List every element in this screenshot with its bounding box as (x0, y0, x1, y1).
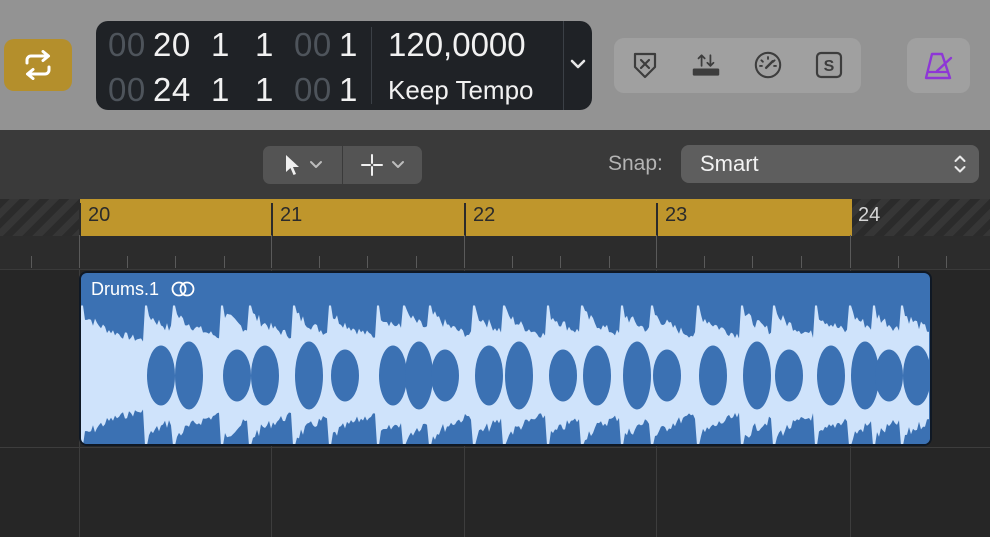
ruler-tick (946, 256, 947, 268)
region-header: Drums.1 (81, 273, 930, 305)
tuner-icon (754, 51, 782, 79)
ruler-tick (31, 256, 32, 268)
chevron-down-icon (391, 161, 404, 168)
ruler-tick (898, 256, 899, 268)
metronome-button[interactable] (907, 38, 970, 93)
lcd-divider (563, 21, 564, 110)
ruler-tick (224, 256, 225, 268)
bar-ruler[interactable]: 20 21 22 23 24 (0, 199, 990, 236)
ruler-tick (752, 256, 753, 268)
ruler-tick (512, 256, 513, 268)
start-bar: 20 (153, 26, 191, 63)
snap-select[interactable]: Smart (681, 145, 979, 183)
autopunch-button[interactable] (691, 50, 721, 80)
mode-buttons-group: S (614, 38, 861, 93)
ruler-tick (656, 235, 657, 268)
solo-button[interactable]: S (814, 50, 844, 80)
bar-line (656, 203, 658, 236)
left-click-tool-menu[interactable] (263, 146, 342, 184)
bar-line (271, 203, 273, 236)
metronome-icon (924, 52, 952, 79)
tool-menus (263, 146, 422, 184)
solo-icon: S (815, 51, 843, 79)
audio-region[interactable]: Drums.1 (79, 271, 932, 446)
ruler-tick (464, 235, 465, 268)
control-bar: 00 20 1 1 00 1 00 24 1 1 00 1 120,0000 K… (0, 0, 990, 130)
track-lane-divider (0, 447, 990, 448)
end-bar: 24 (153, 71, 191, 108)
bar-line (464, 203, 466, 236)
tuner-button[interactable] (753, 50, 783, 80)
start-bar-leading: 00 (108, 26, 146, 63)
pointer-tool-icon (285, 155, 299, 175)
chevron-down-icon (309, 161, 322, 168)
ruler-tick (175, 256, 176, 268)
tempo-value[interactable]: 120,0000 (388, 25, 526, 65)
lcd-display[interactable]: 00 20 1 1 00 1 00 24 1 1 00 1 120,0000 K… (96, 21, 592, 110)
stereo-icon (171, 281, 195, 297)
start-division: 1 (255, 26, 274, 63)
bar-number: 23 (665, 204, 688, 226)
start-beat: 1 (211, 26, 230, 63)
cycle-button[interactable] (4, 39, 72, 91)
end-bar-leading: 00 (108, 71, 146, 108)
ruler-tick (850, 235, 851, 268)
ruler-tick (271, 235, 272, 268)
region-name: Drums.1 (91, 279, 160, 299)
ruler-tick (79, 235, 80, 268)
end-division: 1 (255, 71, 274, 108)
end-tick: 1 (339, 71, 358, 108)
ruler-tick (127, 256, 128, 268)
bar-number: 20 (88, 204, 111, 226)
replace-button[interactable] (630, 50, 660, 80)
ruler-tick (801, 256, 802, 268)
bar-number: 21 (280, 204, 303, 226)
bar-number: 24 (858, 204, 881, 226)
end-beat: 1 (211, 71, 230, 108)
ruler-tick (560, 256, 561, 268)
start-tick: 1 (339, 26, 358, 63)
chevron-down-icon[interactable] (568, 54, 588, 74)
tempo-mode[interactable]: Keep Tempo (388, 72, 534, 108)
marquee-tool-icon (360, 154, 383, 176)
bar-number: 22 (473, 204, 496, 226)
end-tick-leading: 00 (294, 71, 332, 108)
beat-ruler (0, 235, 990, 270)
svg-text:S: S (824, 58, 835, 75)
snap-value: Smart (700, 151, 759, 176)
cycle-icon (25, 50, 51, 80)
chevron-up-down-icon (954, 155, 966, 173)
autopunch-icon (692, 54, 720, 76)
replace-icon (633, 52, 657, 79)
ruler-tick (609, 256, 610, 268)
audio-waveform (81, 305, 930, 444)
snap-label: Snap: (608, 152, 663, 175)
ruler-tick (367, 256, 368, 268)
start-tick-leading: 00 (294, 26, 332, 63)
ruler-tick (416, 256, 417, 268)
tracks-toolbar: Snap: Smart (0, 130, 990, 199)
ruler-tick (704, 256, 705, 268)
command-click-tool-menu[interactable] (343, 146, 422, 184)
bar-line (79, 203, 81, 236)
cycle-area[interactable] (80, 199, 852, 236)
tracks-area[interactable]: Drums.1 (0, 270, 990, 537)
lcd-divider (371, 27, 372, 104)
ruler-tick (319, 256, 320, 268)
